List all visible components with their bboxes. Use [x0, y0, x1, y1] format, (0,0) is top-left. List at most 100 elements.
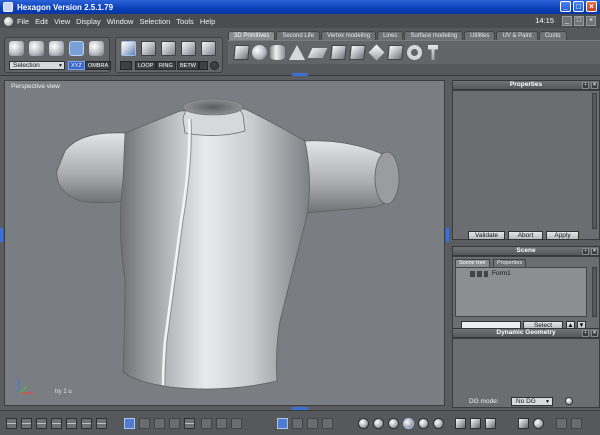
torso-model[interactable]: [5, 81, 446, 407]
tab-surface-modeling[interactable]: Surface modeling: [404, 31, 464, 40]
tab-scene-tree[interactable]: Scene tree: [455, 259, 490, 267]
close-button[interactable]: ×: [586, 1, 597, 12]
zoom-icon[interactable]: [216, 418, 227, 429]
two-views-icon[interactable]: [21, 418, 32, 429]
layers-icon[interactable]: [169, 418, 180, 429]
snap-grid-icon[interactable]: [124, 418, 135, 429]
light-sphere-icon[interactable]: [533, 418, 544, 429]
render-sphere-3-icon[interactable]: [388, 418, 399, 429]
magnet-select-icon[interactable]: [69, 41, 84, 56]
menu-display[interactable]: Display: [76, 17, 101, 26]
render-sphere-2-icon[interactable]: [373, 418, 384, 429]
selection-dropdown[interactable]: Selection ▼: [9, 61, 65, 70]
camera-icon[interactable]: [571, 418, 582, 429]
render-settings-icon[interactable]: [556, 418, 567, 429]
shading-cube-1-icon[interactable]: [455, 418, 466, 429]
tab-vertex-modeling[interactable]: Vertex modeling: [321, 31, 377, 40]
tube-primitive-icon[interactable]: [349, 45, 366, 60]
tab-scene-properties[interactable]: Properties: [493, 259, 527, 267]
dg-mode-dropdown[interactable]: No DG ▼: [511, 397, 553, 406]
xyz-button[interactable]: XYZ: [68, 61, 85, 70]
render-sphere-5-icon[interactable]: [418, 418, 429, 429]
tab-utilities[interactable]: Utilities: [464, 31, 496, 40]
scale-gizmo-icon[interactable]: [307, 418, 318, 429]
tab-3d-primitives[interactable]: 3D Primitives: [228, 31, 276, 40]
cone-primitive-icon[interactable]: [289, 45, 305, 60]
scene-tree[interactable]: Form1: [455, 267, 587, 317]
collapse-icon[interactable]: ▪: [582, 330, 589, 337]
between-button[interactable]: BETW: [177, 61, 199, 70]
properties-scrollbar[interactable]: [592, 93, 597, 229]
lasso-icon[interactable]: [29, 41, 44, 56]
tab-uv-paint[interactable]: UV & Paint: [496, 31, 538, 40]
auto-mode-icon[interactable]: [201, 41, 216, 56]
grid-view-icon[interactable]: [96, 418, 107, 429]
menu-edit[interactable]: Edit: [35, 17, 48, 26]
layout-view-icon[interactable]: [81, 418, 92, 429]
menu-selection[interactable]: Selection: [139, 17, 170, 26]
split-view-icon[interactable]: [66, 418, 77, 429]
plane-primitive-icon[interactable]: [307, 48, 328, 58]
abort-button[interactable]: Abort: [508, 231, 543, 240]
universal-gizmo-icon[interactable]: [322, 418, 333, 429]
measure-icon[interactable]: [154, 418, 165, 429]
validate-button[interactable]: Validate: [468, 231, 505, 240]
bomb-icon[interactable]: [89, 41, 104, 56]
perspective-viewport[interactable]: Perspective view try 1 u: [4, 80, 445, 406]
right-panel-handle[interactable]: [446, 228, 449, 242]
four-views-icon[interactable]: [51, 418, 62, 429]
maximize-button[interactable]: □: [573, 1, 584, 12]
single-view-icon[interactable]: [6, 418, 17, 429]
box-primitive-icon[interactable]: [330, 45, 347, 60]
cylinder-primitive-icon[interactable]: [270, 45, 285, 60]
menu-view[interactable]: View: [54, 17, 70, 26]
close-icon[interactable]: ×: [591, 330, 598, 337]
edge-mode-icon[interactable]: [161, 41, 176, 56]
collapse-icon[interactable]: ▪: [582, 248, 589, 255]
grid-icon[interactable]: [199, 61, 208, 70]
close-icon[interactable]: ×: [591, 248, 598, 255]
menu-tools[interactable]: Tools: [176, 17, 194, 26]
left-panel-handle[interactable]: [0, 228, 3, 242]
collapse-icon[interactable]: ▪: [582, 82, 589, 89]
hammer-icon[interactable]: [428, 45, 438, 60]
snap-tool-icon[interactable]: [139, 418, 150, 429]
circle-icon[interactable]: [210, 61, 219, 70]
shading-cube-3-icon[interactable]: [485, 418, 496, 429]
ombra-button[interactable]: OMBRA: [85, 61, 112, 70]
doc-close-button[interactable]: ×: [586, 16, 596, 26]
menu-help[interactable]: Help: [200, 17, 215, 26]
visibility-icon[interactable]: [470, 271, 488, 277]
tree-item-form1[interactable]: Form1: [492, 270, 511, 277]
torus-primitive-icon[interactable]: [407, 45, 422, 60]
loop-button[interactable]: LOOP: [135, 61, 157, 70]
texture-grid-icon[interactable]: [184, 418, 195, 429]
three-views-icon[interactable]: [36, 418, 47, 429]
minimize-button[interactable]: _: [560, 1, 571, 12]
cube-primitive-icon[interactable]: [233, 45, 250, 60]
select-arrow-icon[interactable]: [9, 41, 24, 56]
doc-maximize-button[interactable]: □: [574, 16, 584, 26]
pen-icon[interactable]: [120, 61, 132, 70]
render-sphere-6-icon[interactable]: [433, 418, 444, 429]
rotate-gizmo-icon[interactable]: [292, 418, 303, 429]
apply-button[interactable]: Apply: [546, 231, 579, 240]
dg-toggle[interactable]: [565, 397, 573, 405]
doc-minimize-button[interactable]: _: [562, 16, 572, 26]
toolbar-collapse-handle[interactable]: [292, 73, 308, 76]
tab-second-life[interactable]: Second Life: [276, 31, 321, 40]
render-sphere-4-icon[interactable]: [403, 418, 414, 429]
face-mode-icon[interactable]: [181, 41, 196, 56]
scene-scrollbar[interactable]: [592, 267, 597, 317]
diamond-primitive-icon[interactable]: [368, 44, 385, 61]
pyramid-primitive-icon[interactable]: [387, 45, 404, 60]
tab-custom[interactable]: Custo: [538, 31, 567, 40]
render-cube-icon[interactable]: [518, 418, 529, 429]
object-mode-icon[interactable]: [121, 41, 136, 56]
menu-window[interactable]: Window: [107, 17, 134, 26]
shading-cube-2-icon[interactable]: [470, 418, 481, 429]
fit-view-icon[interactable]: [201, 418, 212, 429]
ring-button[interactable]: RING: [156, 61, 176, 70]
eye-icon[interactable]: [231, 418, 242, 429]
menu-file[interactable]: File: [17, 17, 29, 26]
